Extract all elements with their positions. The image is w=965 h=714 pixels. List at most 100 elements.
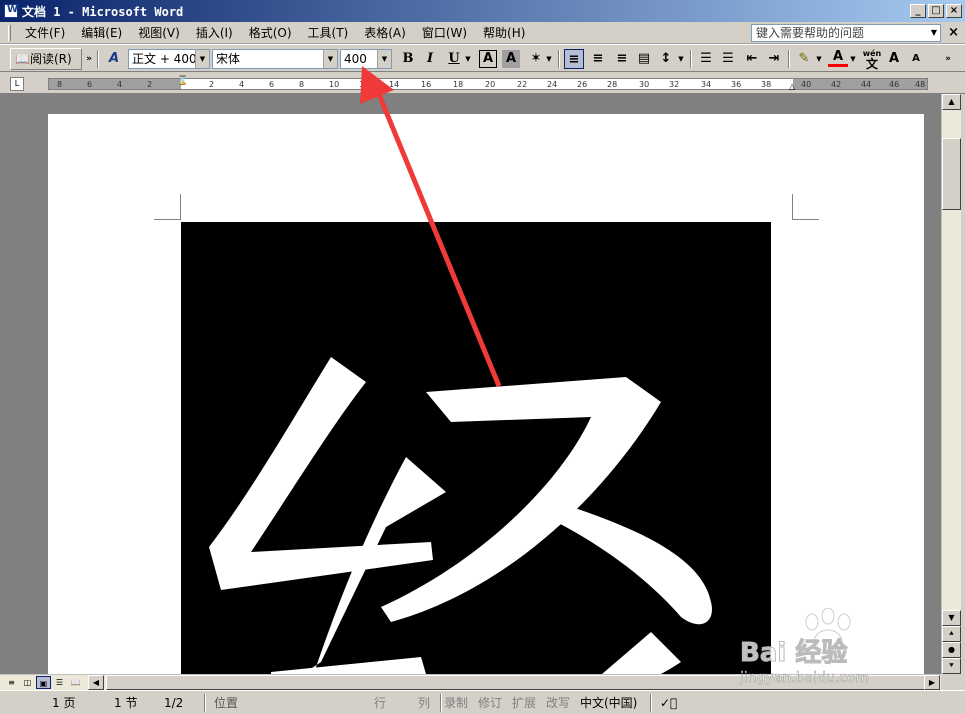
ruler-label: 42 [831, 80, 842, 89]
font-size-select[interactable]: 400 ▼ [340, 49, 392, 69]
status-record[interactable]: 录制 [444, 694, 468, 712]
chevron-down-icon[interactable]: ▼ [544, 49, 554, 69]
chevron-down-icon[interactable]: ▼ [927, 25, 941, 41]
menu-help[interactable]: 帮助(H) [475, 23, 533, 43]
help-search-input[interactable]: 键入需要帮助的问题 [751, 24, 941, 42]
ruler-label: 26 [577, 80, 588, 89]
menubar-grip[interactable] [8, 24, 11, 41]
numbering-icon[interactable]: ☰ [696, 49, 716, 69]
print-layout-icon[interactable]: ▣ [36, 676, 51, 689]
status-section: 1 节 [114, 696, 138, 710]
status-track-changes[interactable]: 修订 [478, 694, 502, 712]
status-overtype[interactable]: 改写 [546, 694, 570, 712]
menu-file[interactable]: 文件(F) [17, 23, 73, 43]
indent-marker[interactable]: ⌛ [177, 76, 188, 86]
menu-window[interactable]: 窗口(W) [414, 23, 475, 43]
scroll-down-button[interactable]: ▼ [942, 610, 961, 626]
line-spacing-icon[interactable]: ↕ [656, 49, 676, 69]
character-shading-block [181, 222, 771, 674]
increase-indent-icon[interactable]: ⇥ [764, 49, 784, 69]
ruler-label: 46 [889, 80, 900, 89]
previous-page-button[interactable]: ⯅ [942, 626, 961, 642]
font-select[interactable]: 宋体 ▼ [212, 49, 338, 69]
toolbar-options-icon[interactable]: » [942, 49, 954, 69]
ruler-label: 34 [701, 80, 712, 89]
next-page-button[interactable]: ⯆ [942, 658, 961, 674]
document-page[interactable] [48, 114, 924, 674]
word-app-icon[interactable] [4, 4, 18, 18]
menu-insert[interactable]: 插入(I) [188, 23, 241, 43]
vertical-scrollbar[interactable]: ▲ ▼ ⯅ ● ⯆ [941, 94, 961, 674]
scroll-left-button[interactable]: ◀ [88, 675, 104, 690]
status-page: 1 页 [52, 696, 76, 710]
toolbar-options-icon[interactable]: » [84, 49, 94, 69]
bullets-icon[interactable]: ☰ [718, 49, 738, 69]
chevron-down-icon[interactable]: ▼ [463, 49, 473, 69]
underline-button[interactable]: U [444, 49, 464, 69]
char-shading-button[interactable]: A [502, 50, 520, 68]
toolbar-separator [97, 50, 99, 68]
styles-formatting-icon[interactable]: A [104, 49, 124, 69]
ruler-label: 4 [117, 80, 123, 89]
minimize-button[interactable]: _ [910, 4, 926, 18]
menu-table[interactable]: 表格(A) [356, 23, 414, 43]
align-center-icon[interactable]: ≡ [588, 49, 608, 69]
select-browse-object-button[interactable]: ● [942, 642, 961, 658]
ruler-label: 4 [239, 80, 245, 89]
align-right-icon[interactable]: ≡ [612, 49, 632, 69]
status-extend[interactable]: 扩展 [512, 694, 536, 712]
ruler-label: 24 [547, 80, 558, 89]
toolbar-separator [690, 50, 692, 68]
read-mode-button[interactable]: 📖阅读(R) [10, 48, 82, 70]
window-controls: _ □ × [910, 4, 962, 18]
watermark-brand: Bai 经验 [739, 638, 848, 669]
menu-edit[interactable]: 编辑(E) [73, 23, 130, 43]
vertical-scroll-thumb[interactable] [942, 138, 961, 210]
status-column: 列 [418, 696, 431, 710]
chevron-down-icon[interactable]: ▼ [377, 50, 391, 68]
italic-button[interactable]: I [420, 49, 440, 69]
font-color-button[interactable]: A [828, 49, 848, 67]
status-separator [650, 694, 652, 712]
read-mode-label: 阅读(R) [29, 52, 72, 66]
document-close-button[interactable]: × [948, 25, 959, 40]
chevron-down-icon[interactable]: ▼ [814, 49, 824, 69]
chevron-down-icon[interactable]: ▼ [195, 50, 209, 68]
right-indent-marker[interactable]: △ [789, 82, 795, 91]
chevron-down-icon[interactable]: ▼ [848, 49, 858, 69]
grow-font-button[interactable]: A [884, 49, 904, 69]
style-select[interactable]: 正文 + 400 ▼ [128, 49, 210, 69]
ruler-label: 40 [801, 80, 812, 89]
status-page-count: 1/2 [164, 696, 184, 710]
char-scale-icon[interactable]: ✶ [526, 49, 546, 69]
tab-selector[interactable]: L [10, 77, 24, 91]
chevron-down-icon[interactable]: ▼ [323, 50, 337, 68]
menu-view[interactable]: 视图(V) [130, 23, 188, 43]
spelling-status-icon[interactable]: ✓⃞ [660, 694, 677, 712]
status-language: 中文(中国) [580, 696, 638, 710]
char-border-button[interactable]: A [479, 50, 497, 68]
highlight-icon[interactable]: ✎ [794, 49, 814, 69]
font-size-value: 400 [344, 52, 367, 66]
close-button[interactable]: × [946, 4, 962, 18]
crop-mark [154, 219, 181, 220]
crop-mark [792, 194, 793, 220]
ruler-strip[interactable]: 8 6 4 2 2 4 6 8 10 12 14 16 18 20 22 24 … [48, 76, 928, 91]
crop-mark [792, 219, 819, 220]
shrink-font-button[interactable]: A [906, 49, 926, 69]
decrease-indent-icon[interactable]: ⇤ [742, 49, 762, 69]
scroll-up-button[interactable]: ▲ [942, 94, 961, 110]
align-left-icon[interactable]: ≡ [564, 49, 584, 69]
document-workspace[interactable] [46, 94, 941, 674]
menu-tools[interactable]: 工具(T) [300, 23, 357, 43]
chevron-down-icon[interactable]: ▼ [676, 49, 686, 69]
reading-layout-icon[interactable]: 📖 [68, 676, 83, 689]
phonetic-guide-icon[interactable]: wén 文 [862, 49, 882, 70]
maximize-button[interactable]: □ [928, 4, 944, 18]
bold-button[interactable]: B [398, 49, 418, 69]
justify-icon[interactable]: ▤ [634, 49, 654, 69]
normal-view-icon[interactable]: ≡ [4, 676, 19, 689]
web-layout-icon[interactable]: ◫ [20, 676, 35, 689]
menu-format[interactable]: 格式(O) [241, 23, 300, 43]
outline-view-icon[interactable]: ☰ [52, 676, 67, 689]
